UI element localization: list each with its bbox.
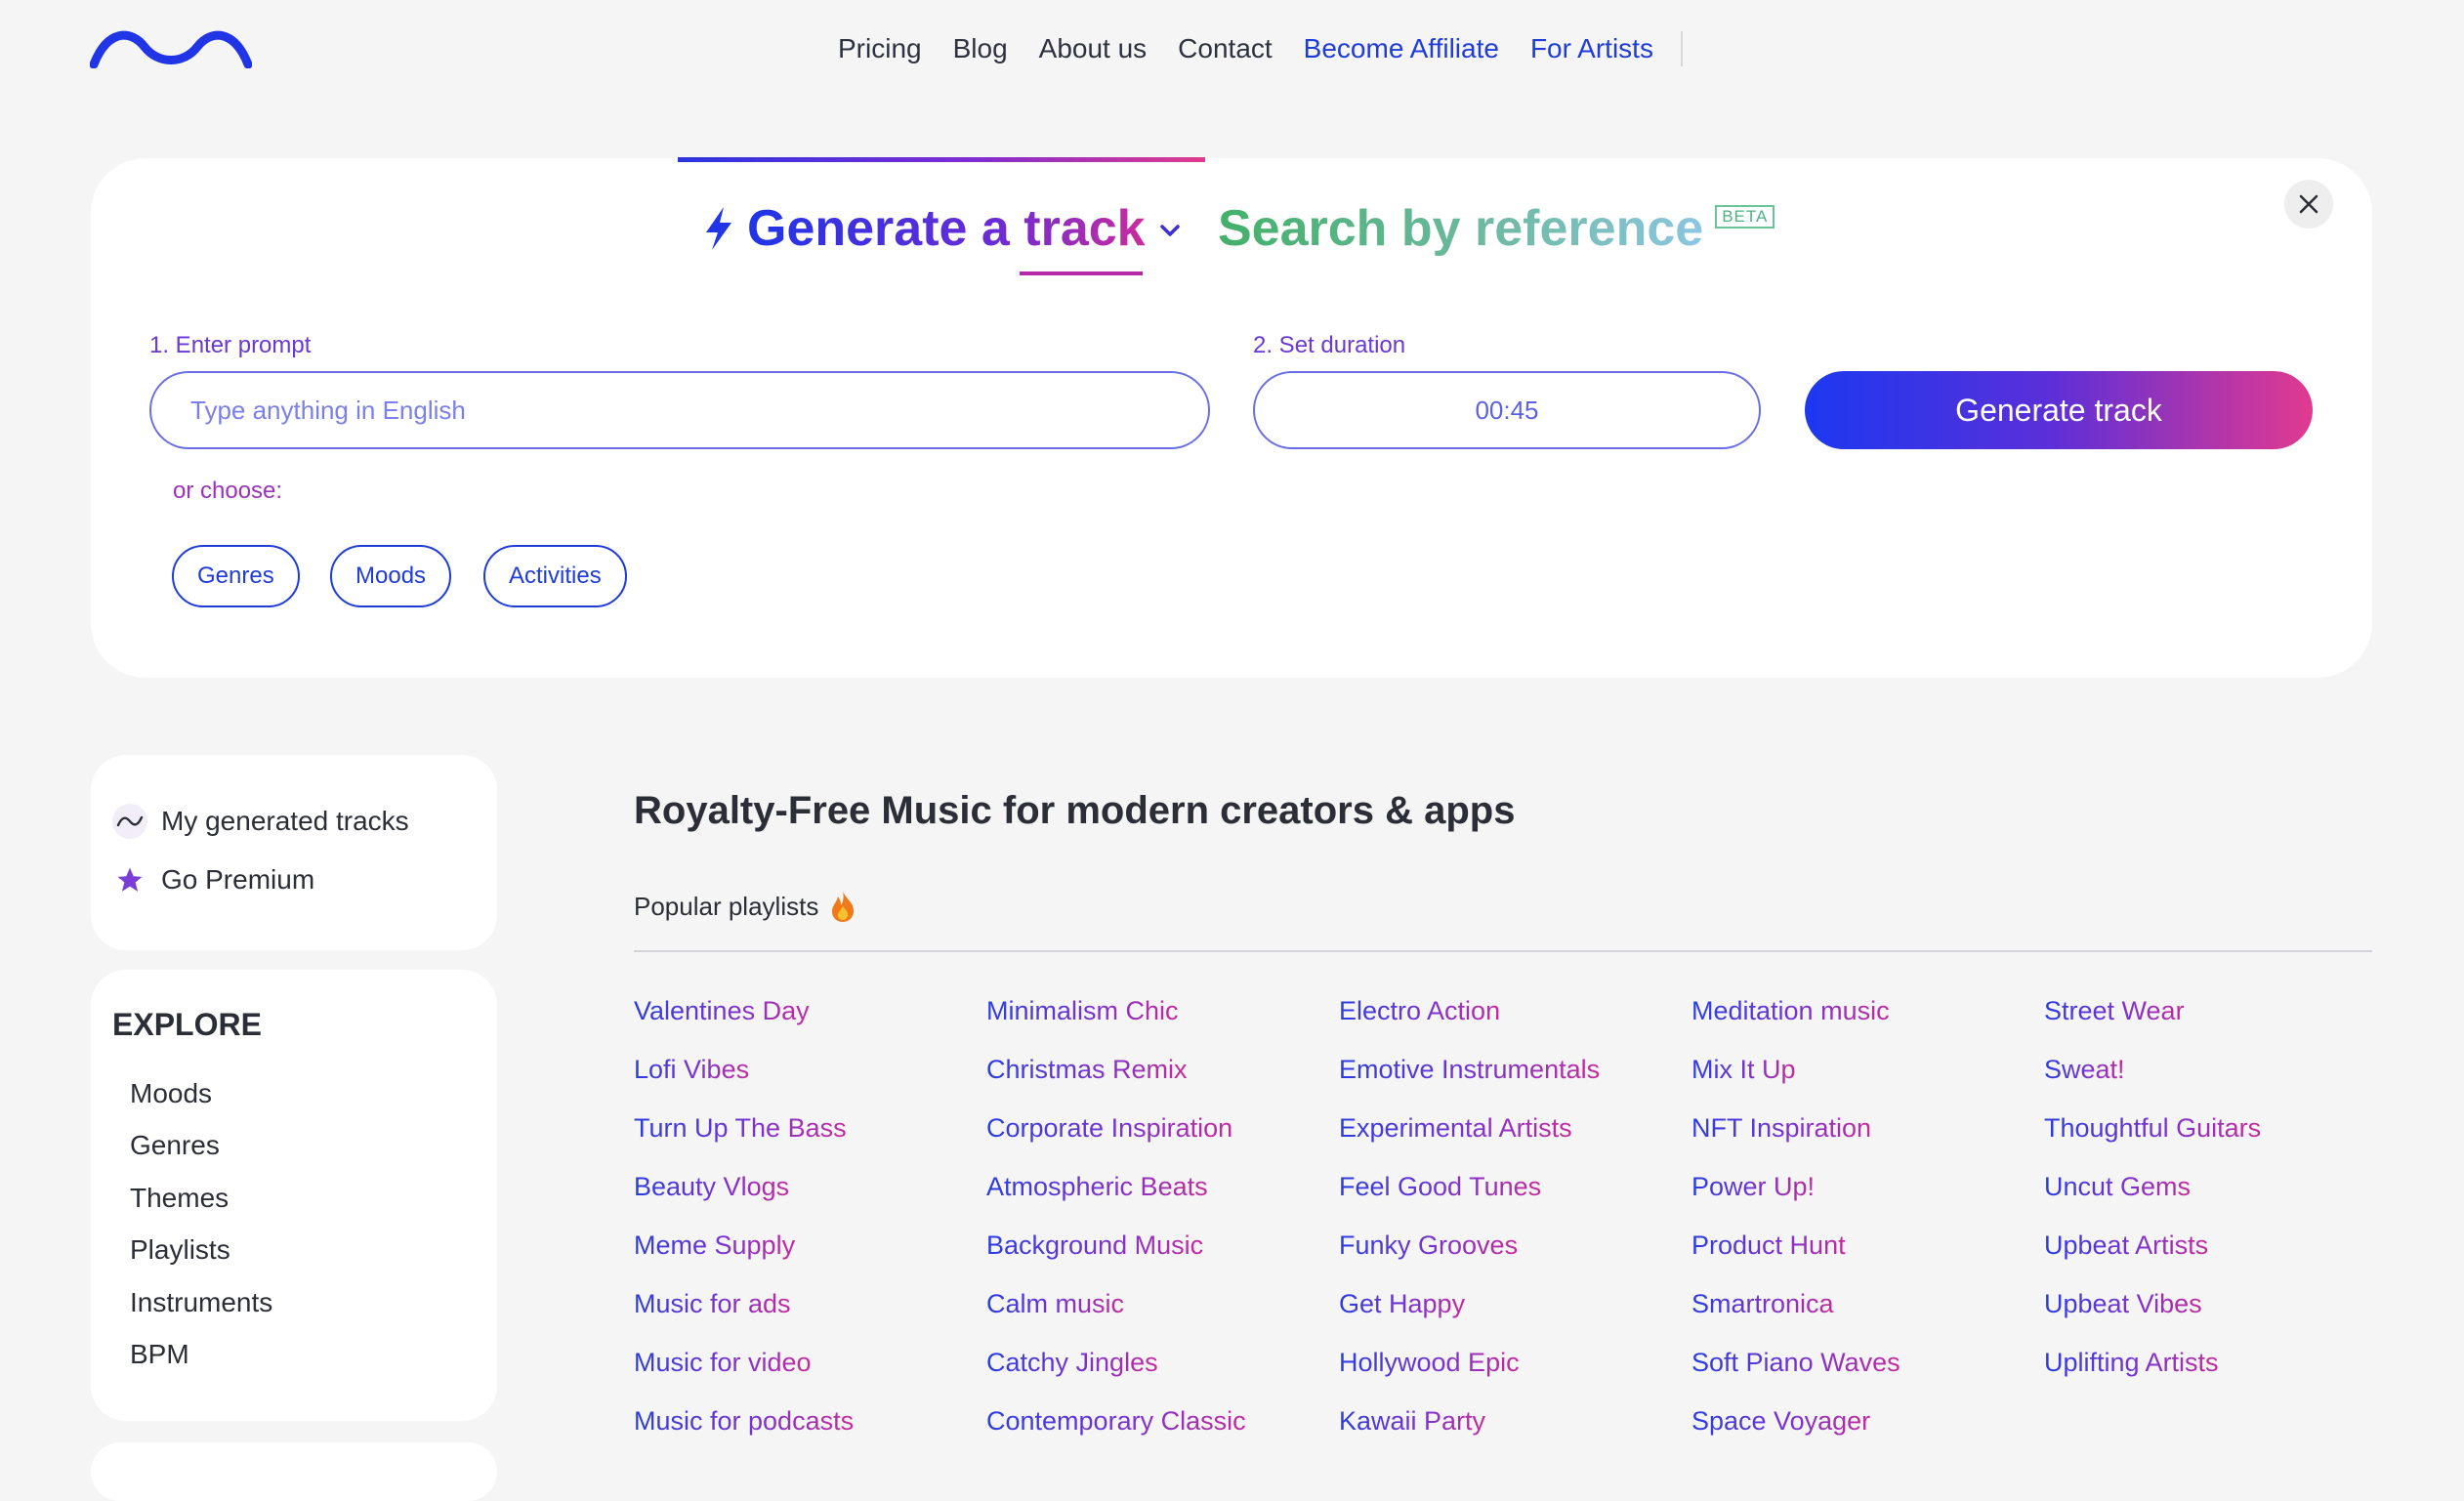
page-title: Royalty-Free Music for modern creators &… [634,789,1516,832]
playlist-link[interactable]: Kawaii Party [1339,1403,1485,1462]
playlist-link[interactable]: Music for podcasts [634,1403,854,1462]
nav-link-about[interactable]: About us [1039,33,1148,64]
flame-icon [832,891,855,922]
nav-link-artists[interactable]: For Artists [1530,33,1653,64]
generate-track-button[interactable]: Generate track [1805,371,2313,449]
sidebar-item-bpm[interactable]: BPM [130,1339,189,1370]
sidebar-item-moods[interactable]: Moods [130,1078,212,1109]
playlist-column-4: Meditation music Mix It Up NFT Inspirati… [1691,993,1900,1462]
playlist-link[interactable]: Background Music [986,1228,1203,1286]
tab-generate-label: Generate a track [747,197,1146,260]
top-nav: Pricing Blog About us Contact Become Aff… [838,27,1683,70]
tab-generate-track[interactable]: Generate a track [700,197,1181,260]
playlist-link[interactable]: Emotive Instrumentals [1339,1052,1600,1110]
sidebar-item-genres[interactable]: Genres [130,1130,220,1161]
playlist-link[interactable]: Calm music [986,1286,1124,1345]
lightning-bolt-icon [706,207,731,250]
playlist-link[interactable]: Atmospheric Beats [986,1169,1208,1228]
playlist-link[interactable]: Hollywood Epic [1339,1345,1520,1403]
wave-icon [112,804,147,839]
close-icon [2299,194,2318,214]
playlist-link[interactable]: Mix It Up [1691,1052,1796,1110]
playlist-link[interactable]: Soft Piano Waves [1691,1345,1900,1403]
playlist-link[interactable]: Power Up! [1691,1169,1815,1228]
duration-label: 2. Set duration [1253,332,1406,358]
prompt-input[interactable] [149,371,1210,449]
playlist-link[interactable]: Corporate Inspiration [986,1110,1232,1169]
my-tracks-label: My generated tracks [161,806,409,836]
playlist-link[interactable]: Upbeat Artists [2044,1228,2208,1286]
track-word-underline [1020,271,1143,275]
playlist-link[interactable]: Product Hunt [1691,1228,1846,1286]
nav-link-affiliate[interactable]: Become Affiliate [1304,33,1499,64]
tab-reference-label: Search by reference [1218,197,1703,260]
popular-playlists-heading: Popular playlists [634,889,857,924]
playlist-link[interactable]: Minimalism Chic [986,993,1179,1052]
chip-moods[interactable]: Moods [330,545,452,607]
tab-search-by-reference[interactable]: Search by reference BETA [1218,197,1775,260]
sidebar-explore-card: EXPLORE Moods Genres Themes Playlists In… [91,970,497,1421]
playlist-link[interactable]: Funky Grooves [1339,1228,1518,1286]
generator-card: Generate a track Search by reference BET… [91,157,2372,678]
playlist-link[interactable]: Uncut Gems [2044,1169,2191,1228]
playlist-link[interactable]: Get Happy [1339,1286,1465,1345]
playlist-link[interactable]: Lofi Vibes [634,1052,749,1110]
playlist-link[interactable]: Christmas Remix [986,1052,1188,1110]
playlist-link[interactable]: Electro Action [1339,993,1500,1052]
playlist-link[interactable]: Turn Up The Bass [634,1110,847,1169]
sidebar-item-playlists[interactable]: Playlists [130,1234,230,1266]
playlist-link[interactable]: Feel Good Tunes [1339,1169,1541,1228]
playlist-link[interactable]: Catchy Jingles [986,1345,1158,1403]
sidebar-item-go-premium[interactable]: Go Premium [112,862,314,897]
beta-badge: BETA [1715,205,1775,229]
duration-field[interactable]: 00:45 [1253,371,1761,449]
playlist-link[interactable]: Meme Supply [634,1228,795,1286]
nav-link-pricing[interactable]: Pricing [838,33,922,64]
chevron-down-icon[interactable] [1159,223,1181,238]
playlist-link[interactable]: Smartronica [1691,1286,1834,1345]
playlist-link[interactable]: Valentines Day [634,993,810,1052]
sidebar-item-my-tracks[interactable]: My generated tracks [112,804,409,839]
nav-link-blog[interactable]: Blog [953,33,1008,64]
close-button[interactable] [2284,180,2333,229]
playlist-link[interactable]: Music for video [634,1345,812,1403]
star-icon [112,862,147,897]
go-premium-label: Go Premium [161,864,315,895]
playlist-column-5: Street Wear Sweat! Thoughtful Guitars Un… [2044,993,2261,1403]
playlist-link[interactable]: NFT Inspiration [1691,1110,1871,1169]
playlist-link[interactable]: Meditation music [1691,993,1890,1052]
generator-tabs: Generate a track Search by reference BET… [91,188,2372,275]
playlist-link[interactable]: Music for ads [634,1286,791,1345]
playlist-link[interactable]: Space Voyager [1691,1403,1870,1462]
playlist-link[interactable]: Contemporary Classic [986,1403,1246,1462]
playlist-link[interactable]: Sweat! [2044,1052,2125,1110]
active-tab-indicator [678,157,1205,162]
playlist-link[interactable]: Uplifting Artists [2044,1345,2219,1403]
playlist-link[interactable]: Upbeat Vibes [2044,1286,2202,1345]
explore-heading: EXPLORE [112,1007,262,1042]
playlist-link[interactable]: Street Wear [2044,993,2185,1052]
or-choose-label: or choose: [173,478,283,504]
prompt-label: 1. Enter prompt [149,332,312,358]
sidebar-item-instruments[interactable]: Instruments [130,1287,272,1318]
wave-logo-icon[interactable] [90,25,252,68]
sidebar-item-themes[interactable]: Themes [130,1183,229,1214]
sidebar-user-card: My generated tracks Go Premium [91,755,497,950]
nav-divider [1680,31,1683,66]
chip-genres[interactable]: Genres [172,545,300,607]
playlist-link[interactable]: Experimental Artists [1339,1110,1572,1169]
popular-playlists-label: Popular playlists [634,891,819,921]
nav-link-contact[interactable]: Contact [1178,33,1273,64]
section-divider [634,950,2372,952]
playlist-column-3: Electro Action Emotive Instrumentals Exp… [1339,993,1600,1462]
playlist-column-2: Minimalism Chic Christmas Remix Corporat… [986,993,1246,1462]
chip-activities[interactable]: Activities [483,545,627,607]
sidebar-extra-card [91,1442,497,1501]
playlist-link[interactable]: Beauty Vlogs [634,1169,789,1228]
playlist-link[interactable]: Thoughtful Guitars [2044,1110,2261,1169]
playlist-column-1: Valentines Day Lofi Vibes Turn Up The Ba… [634,993,854,1462]
